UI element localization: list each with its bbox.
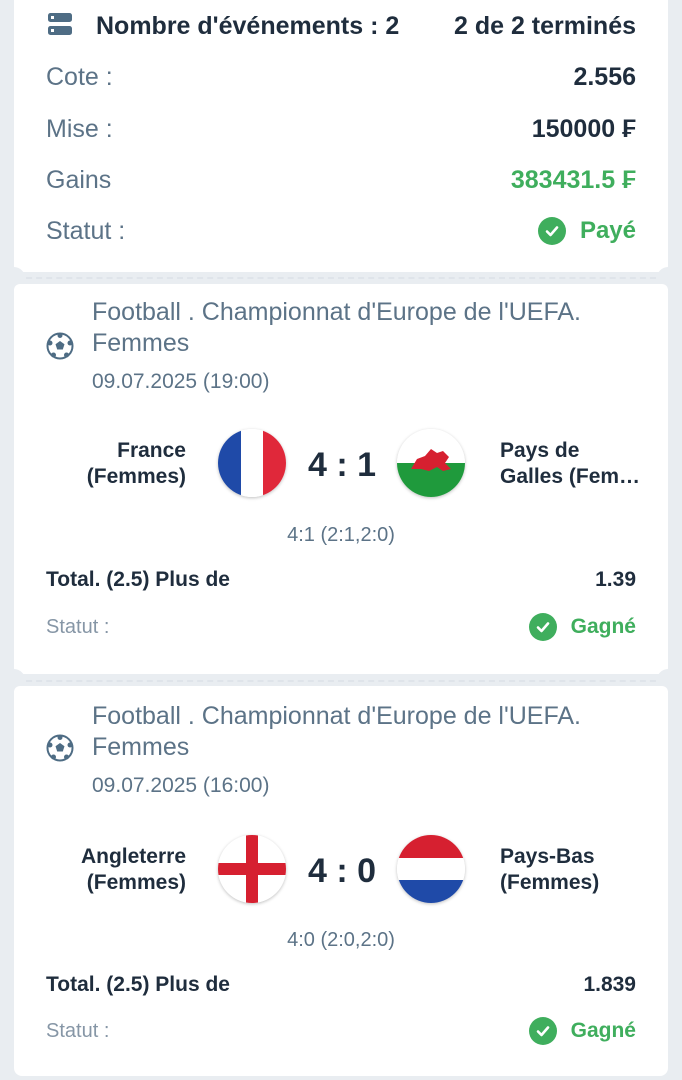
winnings-row: Gains 383431.5 ₣ (46, 163, 636, 197)
league-line: Football . Championnat d'Europe de l'UEF… (92, 298, 581, 326)
wales-flag-icon (397, 429, 465, 497)
odds-row: Cote : 2.556 (46, 60, 636, 94)
event-status-value: Gagné (570, 615, 636, 638)
event-card: Football . Championnat d'Europe de l'UEF… (14, 686, 668, 1076)
event-card: Football . Championnat d'Europe de l'UEF… (14, 284, 668, 674)
away-team: Pays de Galles (Fem… (500, 438, 650, 490)
market-odd: 1.839 (583, 973, 636, 996)
divider (16, 277, 666, 279)
netherlands-flag-icon (397, 835, 465, 903)
match-score: 4 : 1 (307, 446, 377, 484)
status-badge: Payé (537, 217, 636, 245)
event-status-badge: Gagné (528, 1017, 636, 1045)
divider (16, 680, 666, 682)
team-name-line: (Femmes) (86, 871, 186, 894)
status-label: Statut : (46, 216, 126, 245)
market-label: Total. (2.5) Plus de (46, 973, 230, 996)
bet-summary-card: Nombre d'événements : 2 2 de 2 terminés … (14, 0, 668, 272)
match-score: 4 : 0 (307, 852, 377, 890)
football-icon (46, 734, 74, 762)
market-odd: 1.39 (595, 568, 636, 591)
events-count: Nombre d'événements : 2 (96, 11, 400, 40)
league-line: Football . Championnat d'Europe de l'UEF… (92, 702, 581, 730)
stake-label: Mise : (46, 114, 113, 143)
england-flag-icon (218, 835, 286, 903)
football-icon (46, 332, 74, 360)
stake-row: Mise : 150000 ₣ (46, 112, 636, 146)
winnings-label: Gains (46, 165, 112, 194)
completed-count: 2 de 2 terminés (453, 11, 636, 40)
team-name-line: Pays-Bas (500, 845, 595, 868)
event-status-row: Statut : Gagné (46, 1016, 636, 1046)
team-name-line: Galles (Fem… (500, 465, 641, 488)
stake-value: 150000 ₣ (531, 114, 636, 143)
status-row: Statut : Payé (46, 214, 636, 248)
winnings-value: 383431.5 ₣ (510, 165, 636, 194)
league-name: Football . Championnat d'Europe de l'UEF… (92, 701, 638, 763)
team-name-line: Angleterre (80, 845, 186, 868)
odds-label: Cote : (46, 62, 113, 91)
event-status-label: Statut : (46, 615, 110, 638)
home-team: Angleterre (Femmes) (26, 844, 186, 896)
event-status-row: Statut : Gagné (46, 612, 636, 642)
market-label: Total. (2.5) Plus de (46, 568, 230, 591)
team-name-line: France (117, 439, 186, 462)
market-row: Total. (2.5) Plus de 1.39 (46, 566, 636, 594)
check-circle-icon (537, 217, 566, 245)
status-value: Payé (579, 217, 636, 244)
team-name-line: (Femmes) (86, 465, 186, 488)
event-date: 09.07.2025 (19:00) (92, 370, 270, 393)
league-name: Football . Championnat d'Europe de l'UEF… (92, 297, 638, 359)
list-icon (46, 10, 74, 43)
home-team: France (Femmes) (26, 438, 186, 490)
event-status-label: Statut : (46, 1019, 110, 1042)
event-date: 09.07.2025 (16:00) (92, 774, 270, 797)
odds-value: 2.556 (573, 62, 636, 91)
score-detail: 4:0 (2:0,2:0) (287, 929, 395, 951)
score-detail: 4:1 (2:1,2:0) (287, 524, 395, 546)
summary-header: Nombre d'événements : 2 2 de 2 terminés (46, 8, 636, 44)
event-status-badge: Gagné (528, 613, 636, 641)
event-status-value: Gagné (570, 1019, 636, 1042)
away-team: Pays-Bas (Femmes) (500, 844, 650, 896)
france-flag-icon (218, 429, 286, 497)
team-name-line: (Femmes) (500, 871, 600, 894)
league-line: Femmes (92, 329, 190, 357)
check-circle-icon (528, 613, 557, 641)
check-circle-icon (528, 1017, 557, 1045)
team-name-line: Pays de (500, 439, 580, 462)
league-line: Femmes (92, 733, 190, 761)
market-row: Total. (2.5) Plus de 1.839 (46, 971, 636, 999)
